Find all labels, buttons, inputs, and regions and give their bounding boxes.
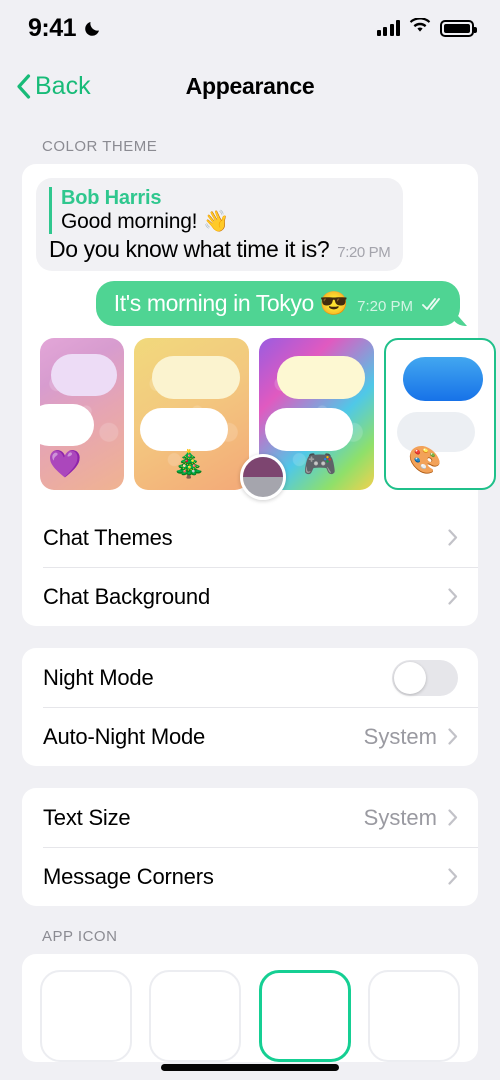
moon-icon [83, 18, 103, 38]
swatch-bubble-outgoing [152, 356, 240, 399]
double-check-icon [422, 297, 444, 311]
row-label: Chat Background [43, 583, 210, 609]
incoming-message-text: Do you know what time it is? [49, 236, 330, 262]
color-picker-bottom-half [243, 477, 283, 497]
row-chat-themes[interactable]: Chat Themes [22, 508, 478, 567]
status-bar-clock: 9:41 [28, 13, 77, 42]
app-icon-card [22, 954, 478, 1062]
theme-swatch-christmas[interactable]: 🎄 [134, 338, 249, 490]
chevron-right-icon [448, 529, 458, 546]
toggle-knob [394, 661, 426, 694]
swatch-bubble-incoming [265, 408, 353, 451]
cellular-bars-icon [376, 20, 400, 36]
app-icon-option-2[interactable] [149, 970, 242, 1062]
chevron-right-icon [448, 868, 458, 885]
incoming-message-row: Do you know what time it is? 7:20 PM [49, 236, 391, 263]
app-icon-option-1[interactable] [40, 970, 132, 1062]
navigation-bar: Back Appearance [0, 56, 500, 116]
chevron-right-icon [448, 809, 458, 826]
swatch-bubble-outgoing [277, 356, 365, 399]
row-auto-night-mode[interactable]: Auto-Night Mode System [22, 707, 478, 766]
swatch-emoji-heart: 💜 [48, 449, 82, 479]
row-label: Text Size [43, 804, 131, 830]
outgoing-message-bubble: It's morning in Tokyo 😎 7:20 PM [95, 281, 460, 326]
swatch-emoji-palette: 🎨 [408, 445, 442, 475]
color-picker-top-half [243, 457, 283, 477]
back-button-label: Back [35, 71, 91, 100]
status-bar-right [376, 16, 477, 39]
row-message-corners[interactable]: Message Corners [22, 847, 478, 906]
swatch-bubble-outgoing [51, 354, 117, 396]
home-indicator [161, 1064, 339, 1071]
night-mode-card: Night Mode Auto-Night Mode System [22, 648, 478, 766]
battery-full-icon [440, 19, 477, 37]
color-theme-section-header: COLOR THEME [42, 138, 158, 155]
swatch-bubble-outgoing [403, 357, 483, 401]
theme-swatch-default-selected[interactable]: 🎨 [384, 338, 496, 490]
app-icon-list [22, 954, 478, 1062]
outgoing-message-row: It's morning in Tokyo 😎 7:20 PM [36, 281, 464, 326]
row-label: Message Corners [43, 863, 214, 889]
wifi-icon [409, 16, 431, 39]
outgoing-message-time: 7:20 PM [357, 298, 413, 315]
theme-swatch-list: 💜 🎄 🎮 🎨 [22, 338, 496, 508]
app-icon-section-header: APP ICON [42, 928, 118, 945]
row-label: Auto-Night Mode [43, 723, 206, 749]
chat-preview: Bob Harris Good morning! 👋 Do you know w… [22, 178, 478, 338]
row-label: Night Mode [43, 664, 154, 690]
incoming-message-time: 7:20 PM [337, 244, 391, 261]
swatch-bubble-incoming [40, 404, 94, 446]
quote-text: Good morning! 👋 [61, 210, 229, 233]
quoted-message: Bob Harris Good morning! 👋 [49, 187, 390, 234]
text-settings-card: Text Size System Message Corners [22, 788, 478, 906]
swatch-emoji-gamepad: 🎮 [303, 449, 337, 479]
row-night-mode[interactable]: Night Mode [22, 648, 478, 707]
outgoing-message-text: It's morning in Tokyo 😎 [113, 290, 349, 316]
theme-swatch-heart[interactable]: 💜 [40, 338, 124, 490]
incoming-message-bubble: Bob Harris Good morning! 👋 Do you know w… [36, 178, 404, 271]
color-theme-card: Bob Harris Good morning! 👋 Do you know w… [22, 164, 496, 626]
row-label: Chat Themes [43, 524, 173, 550]
chevron-right-icon [448, 588, 458, 605]
chevron-right-icon [448, 728, 458, 745]
swatch-emoji-christmas-tree: 🎄 [172, 449, 206, 479]
app-icon-option-4[interactable] [367, 970, 460, 1062]
status-bar-left: 9:41 [28, 14, 103, 43]
night-mode-toggle[interactable] [392, 659, 458, 696]
row-value: System [363, 723, 437, 749]
row-text-size[interactable]: Text Size System [22, 788, 478, 847]
app-icon-option-3[interactable] [258, 970, 351, 1062]
quote-author: Bob Harris [61, 187, 162, 209]
swatch-bubble-incoming [140, 408, 228, 451]
color-picker-handle[interactable] [240, 454, 286, 500]
back-button[interactable]: Back [16, 72, 91, 101]
row-value: System [363, 804, 437, 830]
status-bar: 9:41 [0, 0, 500, 56]
chevron-left-icon [16, 73, 31, 99]
row-chat-background[interactable]: Chat Background [22, 567, 478, 626]
